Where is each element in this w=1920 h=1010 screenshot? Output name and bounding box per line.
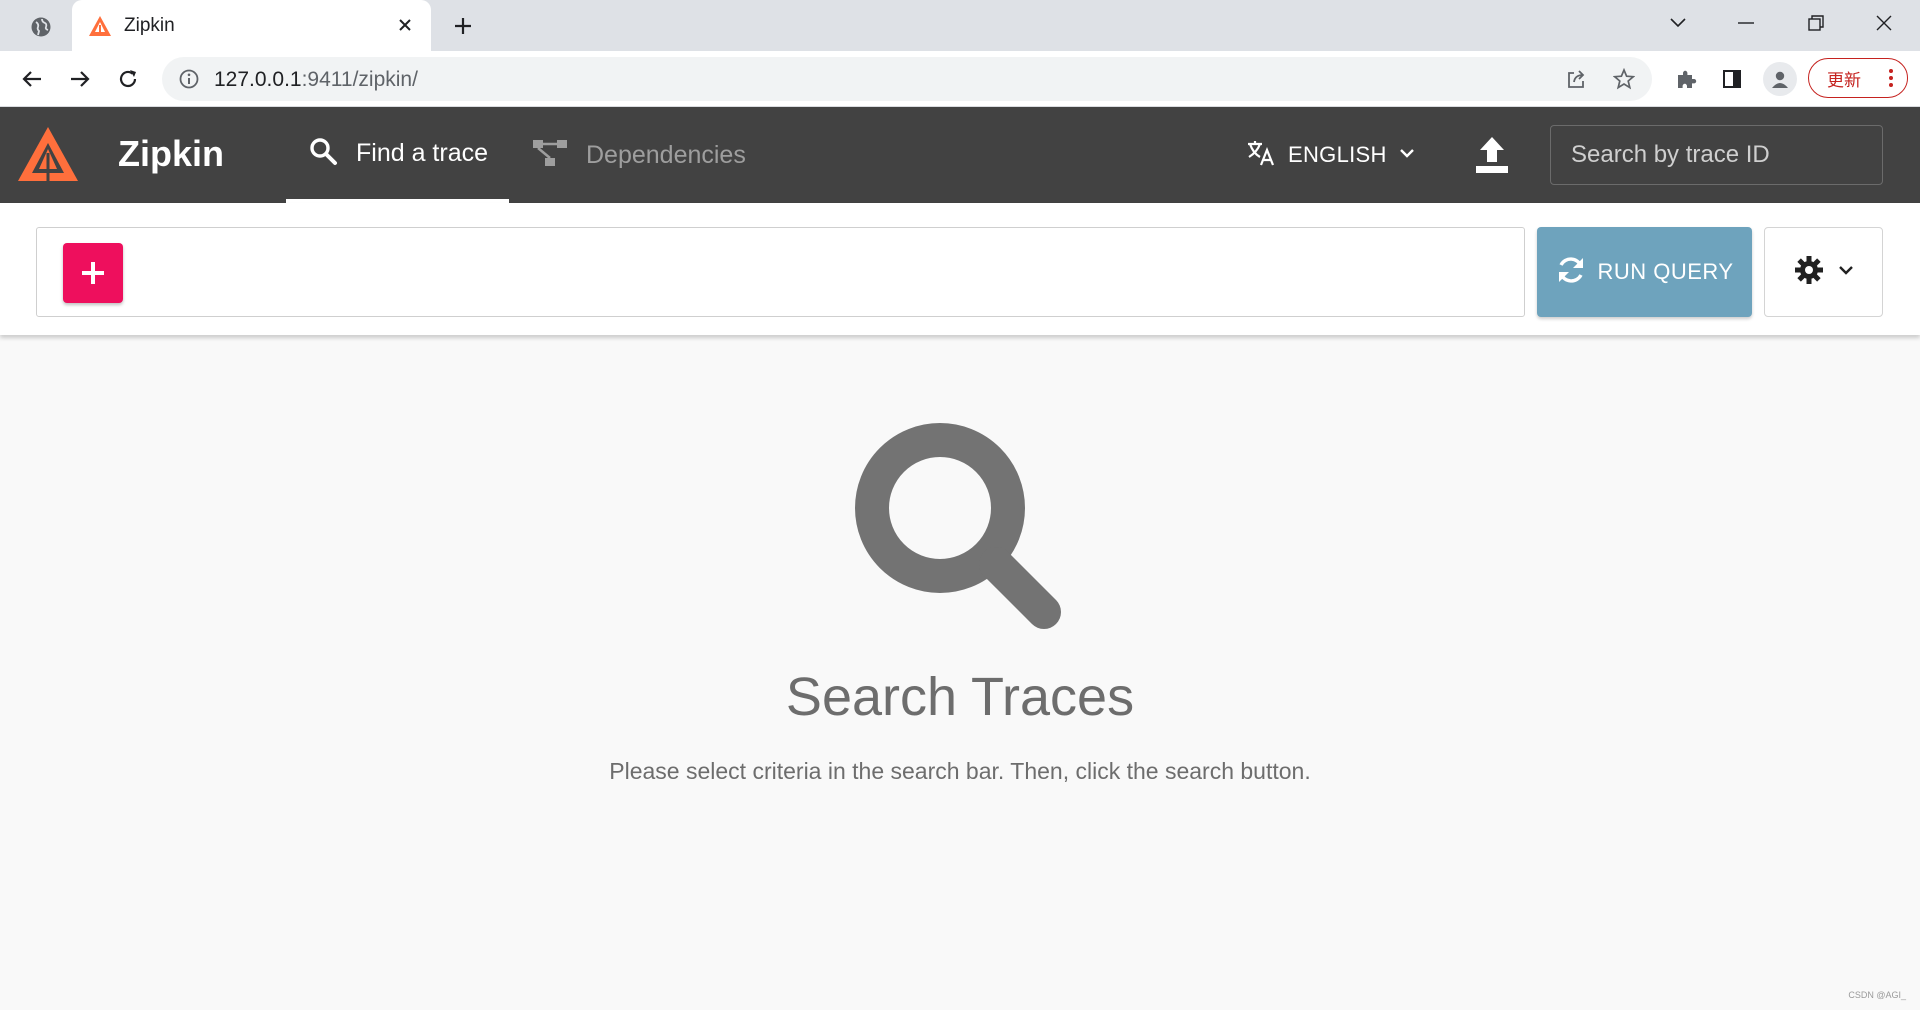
plus-icon — [82, 262, 104, 284]
translate-icon — [1246, 138, 1276, 173]
zipkin-logo-icon[interactable] — [16, 123, 80, 187]
chevron-down-icon — [1838, 263, 1854, 281]
forward-arrow-icon[interactable] — [65, 64, 95, 94]
side-panel-icon[interactable] — [1717, 64, 1747, 94]
trace-id-search-input[interactable] — [1550, 125, 1883, 185]
zipkin-favicon-icon — [88, 15, 112, 37]
zipkin-header: Zipkin Find a trace Dependencies ENGLISH — [0, 107, 1920, 203]
upload-icon[interactable] — [1474, 135, 1510, 175]
address-host: 127.0.0.1 — [214, 68, 302, 91]
tab-find-a-trace-label: Find a trace — [356, 138, 489, 167]
dependencies-graph-icon — [532, 138, 568, 173]
search-criteria-input[interactable] — [36, 227, 1525, 317]
add-criteria-button[interactable] — [63, 243, 123, 303]
close-icon[interactable] — [394, 14, 416, 36]
search-traces-magnifier-icon — [850, 418, 1070, 638]
bookmark-star-icon[interactable] — [1612, 67, 1636, 91]
language-label: ENGLISH — [1288, 142, 1387, 167]
browser-toolbar: 127.0.0.1:9411/zipkin/ 更新 — [0, 51, 1920, 107]
site-info-icon[interactable] — [178, 68, 200, 90]
run-query-label: RUN QUERY — [1597, 259, 1734, 284]
reload-icon[interactable] — [113, 64, 143, 94]
tab-dependencies[interactable]: Dependencies — [532, 107, 772, 203]
watermark: CSDN @AGI_ — [1848, 990, 1906, 1000]
tab-title: Zipkin — [124, 15, 175, 36]
chevron-down-icon — [1399, 146, 1415, 164]
tab-search-chevron-icon[interactable] — [1660, 8, 1696, 38]
query-settings-button[interactable] — [1764, 227, 1883, 317]
browser-tab-active[interactable]: Zipkin — [72, 0, 431, 51]
gear-icon — [1794, 255, 1824, 290]
empty-state-description: Please select criteria in the search bar… — [609, 758, 1311, 784]
tab-find-a-trace[interactable]: Find a trace — [286, 107, 509, 203]
address-url: 127.0.0.1:9411/zipkin/ — [214, 68, 418, 92]
more-vertical-icon — [1889, 68, 1893, 88]
refresh-icon — [1555, 254, 1587, 291]
profile-avatar-icon[interactable] — [1763, 62, 1797, 96]
new-tab-plus-icon[interactable] — [449, 12, 477, 40]
search-criteria-panel: RUN QUERY — [0, 203, 1920, 335]
update-label: 更新 — [1827, 70, 1861, 91]
window-close-icon[interactable] — [1866, 8, 1902, 38]
search-icon — [308, 136, 338, 171]
browser-update-button[interactable]: 更新 — [1808, 58, 1908, 98]
back-arrow-icon[interactable] — [17, 64, 47, 94]
minimize-icon[interactable] — [1728, 8, 1764, 38]
globe-icon[interactable] — [28, 14, 54, 40]
browser-tab-strip: Zipkin — [0, 0, 1920, 51]
address-path: :9411/zipkin/ — [301, 68, 418, 91]
zipkin-brand-title[interactable]: Zipkin — [118, 133, 224, 175]
restore-icon[interactable] — [1798, 8, 1834, 38]
run-query-button[interactable]: RUN QUERY — [1537, 227, 1752, 317]
extensions-puzzle-icon[interactable] — [1671, 64, 1701, 94]
language-selector[interactable]: ENGLISH — [1246, 107, 1415, 203]
tab-dependencies-label: Dependencies — [586, 140, 746, 169]
address-bar[interactable]: 127.0.0.1:9411/zipkin/ — [162, 57, 1652, 101]
share-icon[interactable] — [1564, 67, 1588, 91]
empty-state-title: Search Traces — [785, 667, 1135, 727]
